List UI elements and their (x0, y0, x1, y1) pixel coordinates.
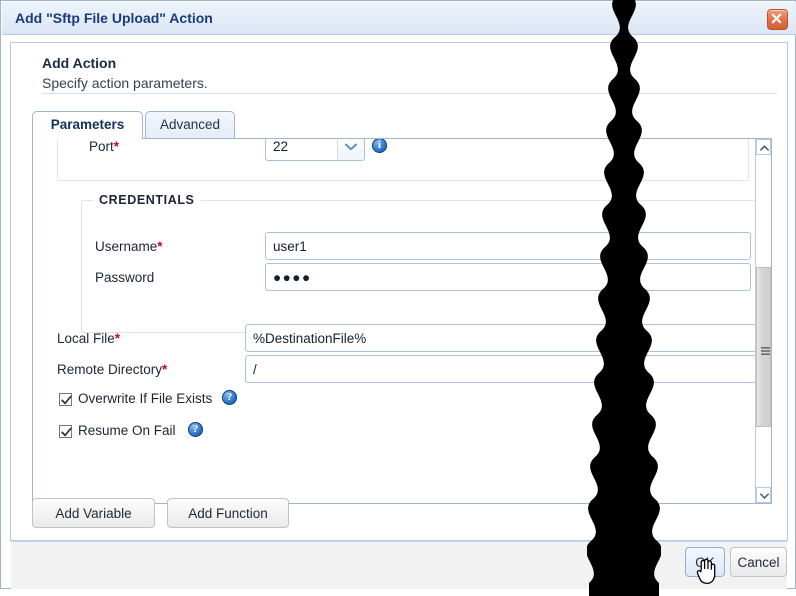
cancel-button[interactable]: Cancel (730, 547, 787, 577)
overwrite-help-glyph: ? (226, 391, 233, 403)
page-subtitle: Specify action parameters. (42, 75, 208, 91)
password-input[interactable] (265, 263, 751, 291)
tab-advanced[interactable]: Advanced (145, 111, 235, 139)
parameters-scroll-viewport: Port* 22 i CREDENTIALS Username* user1 P… (33, 139, 756, 503)
resume-label: Resume On Fail (78, 423, 176, 438)
title-bar: Add "Sftp File Upload" Action (2, 2, 796, 35)
remote-directory-label: Remote Directory* (57, 362, 168, 377)
window-title: Add "Sftp File Upload" Action (15, 10, 213, 26)
port-info-icon[interactable]: i (372, 139, 387, 153)
overwrite-label: Overwrite If File Exists (78, 391, 213, 406)
connection-fieldset (57, 139, 749, 181)
overwrite-checkbox[interactable] (59, 393, 72, 406)
local-file-input[interactable] (245, 324, 756, 352)
caret-down-glyph (760, 493, 769, 499)
dialog-body-panel: Add Action Specify action parameters. Pa… (10, 42, 788, 541)
remote-directory-required-marker: * (162, 362, 168, 377)
vertical-scrollbar[interactable] (755, 139, 771, 503)
dialog-footer (11, 542, 787, 589)
grip-lines-glyph (761, 347, 770, 355)
header-divider (42, 93, 777, 94)
port-info-glyph: i (377, 139, 382, 151)
page-title: Add Action (42, 55, 117, 71)
chevron-down-glyph (345, 143, 357, 151)
port-required-marker: * (113, 139, 120, 154)
resume-help-glyph: ? (192, 423, 199, 435)
check-icon (61, 395, 72, 405)
local-file-label: Local File* (57, 331, 121, 346)
close-glyph (771, 13, 782, 24)
chevron-down-icon[interactable] (337, 139, 364, 160)
scrollbar-grip-icon (761, 342, 770, 360)
close-icon[interactable] (767, 9, 788, 30)
scrollbar-thumb[interactable] (756, 267, 771, 427)
username-label: Username* (95, 239, 163, 254)
scroll-up-arrow-icon[interactable] (756, 139, 771, 155)
dialog-window: Add "Sftp File Upload" Action Add Action… (0, 0, 796, 596)
credentials-legend: CREDENTIALS (93, 193, 201, 207)
add-function-button[interactable]: Add Function (167, 498, 289, 528)
port-combobox[interactable]: 22 (265, 139, 365, 161)
parameters-panel: Port* 22 i CREDENTIALS Username* user1 P… (32, 138, 772, 504)
username-required-marker: * (157, 239, 163, 254)
resume-help-icon[interactable]: ? (188, 422, 203, 437)
caret-up-glyph (760, 145, 769, 151)
tab-parameters[interactable]: Parameters (32, 111, 143, 139)
password-label: Password (95, 270, 155, 285)
resume-checkbox[interactable] (59, 425, 72, 438)
local-file-required-marker: * (114, 331, 121, 346)
port-value: 22 (273, 139, 289, 154)
ok-button[interactable]: OK (685, 547, 725, 577)
tab-strip: Parameters Advanced (32, 111, 772, 139)
remote-directory-input[interactable] (245, 355, 756, 383)
overwrite-help-icon[interactable]: ? (222, 390, 237, 405)
add-variable-button[interactable]: Add Variable (32, 498, 155, 528)
scroll-down-arrow-icon[interactable] (756, 487, 771, 503)
username-input[interactable] (265, 232, 751, 260)
check-icon (61, 427, 72, 437)
port-label: Port* (89, 139, 120, 154)
